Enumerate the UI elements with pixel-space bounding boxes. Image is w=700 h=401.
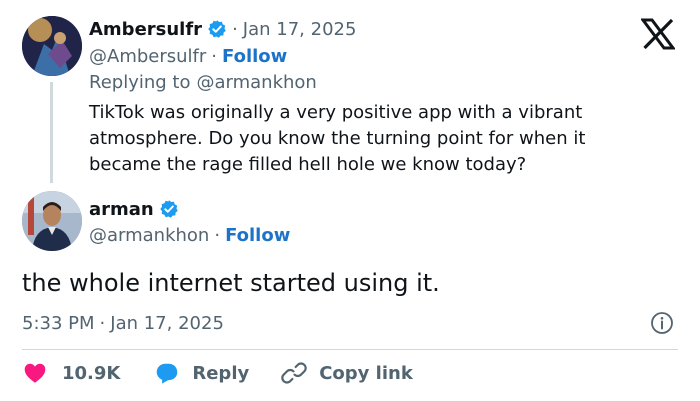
verified-badge-icon xyxy=(208,20,226,38)
separator: · xyxy=(214,224,221,246)
link-icon xyxy=(281,362,307,384)
like-count: 10.9K xyxy=(62,362,121,384)
handle[interactable]: @armankhon xyxy=(89,225,209,246)
text-line: TikTok was originally a very positive ap… xyxy=(89,102,583,123)
replying-to-handle[interactable]: @armankhon xyxy=(196,72,316,93)
separator: · xyxy=(99,312,106,334)
reply-tweet-header: arman xyxy=(89,196,179,222)
tweet-timestamp[interactable]: 5:33 PM · Jan 17, 2025 xyxy=(22,310,224,336)
heart-icon xyxy=(24,363,46,383)
info-icon[interactable] xyxy=(650,311,674,335)
parent-handle-row: @Ambersulfr · Follow xyxy=(89,43,287,69)
reply-bubble-icon xyxy=(157,363,178,384)
parent-tweet-header: Ambersulfr · Jan 17, 2025 xyxy=(89,16,356,42)
follow-button[interactable]: Follow xyxy=(225,225,290,246)
separator: · xyxy=(232,18,238,40)
thread-line xyxy=(50,82,53,183)
reply-handle-row: @armankhon · Follow xyxy=(89,222,290,248)
reply-label: Reply xyxy=(192,362,250,384)
copy-link-button[interactable]: Copy link xyxy=(281,360,413,386)
display-name[interactable]: Ambersulfr xyxy=(89,19,202,40)
parent-tweet-text: TikTok was originally a very positive ap… xyxy=(89,100,649,178)
text-line: atmosphere. Do you know the turning poin… xyxy=(89,128,586,149)
follow-button[interactable]: Follow xyxy=(222,46,287,67)
like-button[interactable]: 10.9K xyxy=(22,360,120,386)
x-logo-icon[interactable] xyxy=(641,18,675,50)
action-bar: 10.9K Reply Copy link xyxy=(22,358,413,388)
avatar[interactable] xyxy=(22,191,82,251)
verified-badge-icon xyxy=(160,200,178,218)
display-name[interactable]: arman xyxy=(89,199,154,220)
handle[interactable]: @Ambersulfr xyxy=(89,46,206,67)
copy-link-label: Copy link xyxy=(319,362,413,384)
replying-to-label: Replying to xyxy=(89,71,191,93)
reply-button[interactable]: Reply xyxy=(154,360,249,386)
text-line: became the rage filled hell hole we know… xyxy=(89,154,527,175)
replying-to: Replying to @armankhon xyxy=(89,69,317,95)
reply-tweet-text: the whole internet started using it. xyxy=(22,269,440,297)
avatar[interactable] xyxy=(22,16,82,76)
tweet-time[interactable]: 5:33 PM xyxy=(22,313,95,334)
tweet-date[interactable]: Jan 17, 2025 xyxy=(243,19,357,40)
divider xyxy=(22,349,678,350)
tweet-date[interactable]: Jan 17, 2025 xyxy=(110,313,224,334)
separator: · xyxy=(211,45,218,67)
